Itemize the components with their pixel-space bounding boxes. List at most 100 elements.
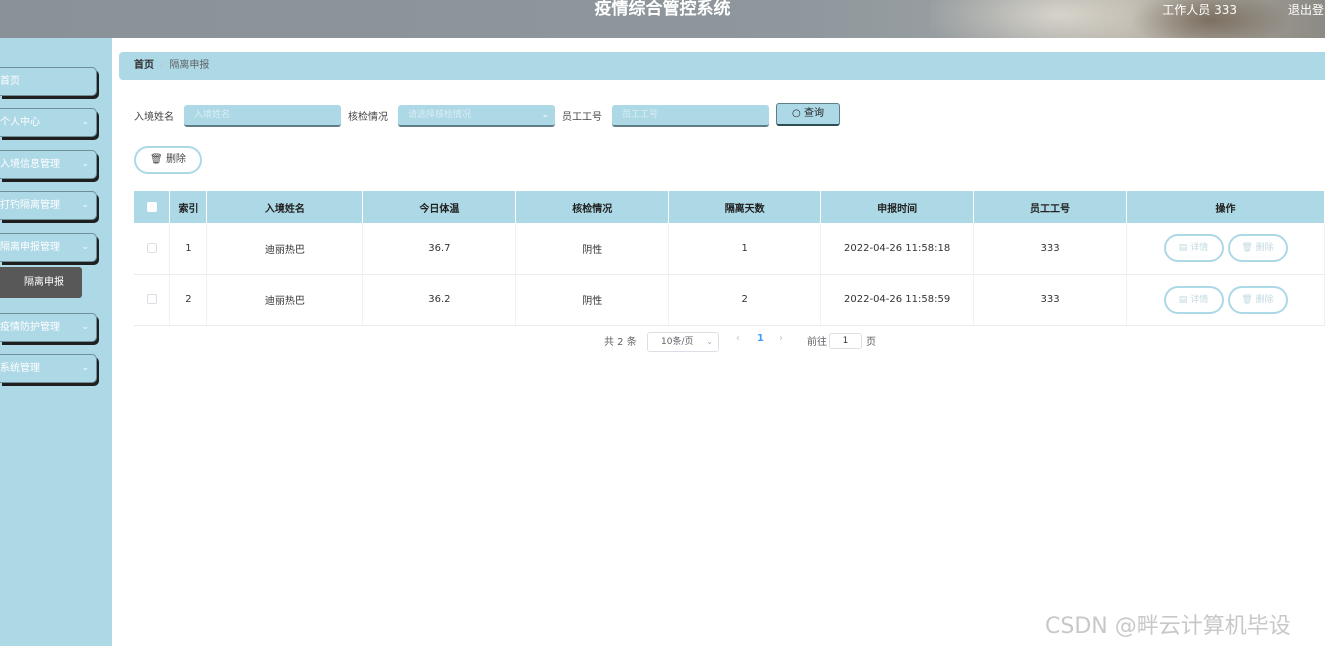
temperature-cell: 36.7 bbox=[362, 223, 517, 275]
sidebar-item-epidemic-protection[interactable]: 疫情防护管理 ⌄ bbox=[0, 313, 97, 342]
current-user: 工作人员 333 bbox=[1162, 3, 1237, 17]
check-status-cell: 阴性 bbox=[515, 223, 670, 275]
chevron-down-icon: ⌄ bbox=[81, 242, 89, 252]
document-icon: ▤ bbox=[1178, 243, 1188, 254]
name-cell: 迪丽热巴 bbox=[206, 274, 364, 326]
column-header: 今日体温 bbox=[362, 191, 517, 223]
check-status-select[interactable]: 请选择核检情况 ⌄ bbox=[398, 105, 555, 127]
query-button-label: 查询 bbox=[803, 108, 824, 119]
next-page-icon[interactable]: › bbox=[779, 333, 783, 344]
staff-id-input[interactable]: 员工工号 bbox=[612, 105, 769, 127]
sidebar-item-entry-info[interactable]: 入境信息管理 ⌄ bbox=[0, 150, 97, 179]
trash-icon: 🗑 bbox=[150, 154, 163, 165]
sidebar-item-label: 系统管理 bbox=[0, 363, 40, 374]
bulk-delete-label: 删除 bbox=[165, 154, 186, 165]
row-delete-button[interactable]: 🗑 删除 bbox=[1227, 234, 1288, 263]
report-time-cell: 2022-04-26 11:58:18 bbox=[820, 223, 975, 275]
row-select-cell[interactable] bbox=[134, 223, 171, 275]
chevron-down-icon: ⌄ bbox=[541, 110, 549, 120]
chevron-down-icon: ⌄ bbox=[706, 337, 713, 346]
index-cell: 1 bbox=[169, 223, 208, 275]
name-search-input[interactable]: 入境姓名 bbox=[184, 105, 341, 127]
report-table: 索引 入境姓名 今日体温 核检情况 隔离天数 申报时间 员工工号 操作 1 迪丽… bbox=[134, 191, 1325, 326]
staff-id-cell: 333 bbox=[973, 274, 1128, 326]
goto-label: 前往 bbox=[807, 337, 827, 348]
trash-icon: 🗑 bbox=[1241, 294, 1253, 305]
actions-cell: ▤ 详情 🗑 删除 bbox=[1126, 223, 1325, 275]
column-header: 申报时间 bbox=[820, 191, 975, 223]
detail-button[interactable]: ▤ 详情 bbox=[1163, 234, 1224, 263]
index-cell: 2 bbox=[169, 274, 208, 326]
table-header-row: 索引 入境姓名 今日体温 核检情况 隔离天数 申报时间 员工工号 操作 bbox=[134, 191, 1325, 223]
goto-page-input[interactable]: 1 bbox=[829, 333, 862, 349]
temperature-cell: 36.2 bbox=[362, 274, 517, 326]
name-cell: 迪丽热巴 bbox=[206, 223, 364, 275]
isolation-days-cell: 2 bbox=[668, 274, 822, 326]
top-header: 疫情综合管控系统 工作人员 333 退出登录 bbox=[0, 0, 1325, 38]
trash-icon: 🗑 bbox=[1241, 243, 1253, 254]
staff-id-placeholder: 员工工号 bbox=[622, 110, 659, 120]
breadcrumb: 首页 / 隔离申报 bbox=[119, 52, 1325, 80]
page-suffix: 页 bbox=[866, 337, 876, 348]
chevron-down-icon: ⌄ bbox=[81, 117, 89, 127]
sidebar-item-system-management[interactable]: 系统管理 ⌄ bbox=[0, 354, 97, 383]
staff-id-label: 员工工号 bbox=[562, 112, 602, 123]
sidebar-item-label: 首页 bbox=[0, 76, 20, 87]
check-status-label: 核检情况 bbox=[348, 112, 388, 123]
page-number-current[interactable]: 1 bbox=[757, 333, 764, 344]
select-all-header[interactable] bbox=[134, 191, 171, 223]
row-delete-button[interactable]: 🗑 删除 bbox=[1227, 285, 1288, 314]
sidebar-item-label: 个人中心 bbox=[0, 117, 40, 128]
sidebar-item-isolation-management[interactable]: 打钓隔离管理 ⌄ bbox=[0, 191, 97, 220]
column-header: 索引 bbox=[169, 191, 208, 223]
report-time-cell: 2022-04-26 11:58:59 bbox=[820, 274, 975, 326]
sidebar-item-label: 隔离申报管理 bbox=[0, 242, 60, 253]
column-header: 核检情况 bbox=[515, 191, 670, 223]
check-status-placeholder: 请选择核检情况 bbox=[408, 110, 472, 120]
document-icon: ▤ bbox=[1178, 294, 1188, 305]
sidebar-item-isolation-report-management[interactable]: 隔离申报管理 ⌄ bbox=[0, 233, 97, 262]
row-checkbox[interactable] bbox=[146, 294, 157, 304]
watermark: CSDN @畔云计算机毕设 bbox=[1045, 614, 1291, 639]
chevron-down-icon: ⌄ bbox=[81, 159, 89, 169]
logout-link[interactable]: 退出登录 bbox=[1288, 1, 1325, 18]
row-delete-label: 删除 bbox=[1255, 243, 1274, 254]
staff-id-cell: 333 bbox=[973, 223, 1128, 275]
detail-label: 详情 bbox=[1190, 294, 1209, 305]
detail-button[interactable]: ▤ 详情 bbox=[1163, 285, 1224, 314]
actions-cell: ▤ 详情 🗑 删除 bbox=[1126, 274, 1325, 326]
sidebar-item-label: 入境信息管理 bbox=[0, 159, 60, 170]
breadcrumb-home[interactable]: 首页 bbox=[134, 60, 154, 71]
name-search-label: 入境姓名 bbox=[134, 112, 174, 123]
chevron-down-icon: ⌄ bbox=[81, 200, 89, 210]
table-row: 2 迪丽热巴 36.2 阴性 2 2022-04-26 11:58:59 333… bbox=[134, 274, 1325, 326]
system-title: 疫情综合管控系统 bbox=[594, 0, 731, 19]
column-header: 入境姓名 bbox=[206, 191, 364, 223]
name-search-placeholder: 入境姓名 bbox=[194, 110, 231, 120]
sidebar-item-label: 疫情防护管理 bbox=[0, 322, 60, 333]
breadcrumb-current: 隔离申报 bbox=[169, 60, 210, 71]
column-header: 员工工号 bbox=[973, 191, 1128, 223]
chevron-down-icon: ⌄ bbox=[81, 363, 89, 373]
sidebar-item-home[interactable]: 首页 bbox=[0, 67, 97, 96]
search-icon: ○ bbox=[792, 108, 801, 119]
bulk-delete-button[interactable]: 🗑 删除 bbox=[134, 146, 202, 174]
page-size-value: 10条/页 bbox=[661, 337, 694, 347]
sidebar: 首页 个人中心 ⌄ 入境信息管理 ⌄ 打钓隔离管理 ⌄ 隔离申报管理 ⌄ 隔离申… bbox=[0, 38, 112, 646]
breadcrumb-separator: / bbox=[160, 60, 164, 71]
sidebar-item-label: 打钓隔离管理 bbox=[0, 200, 60, 211]
chevron-down-icon: ⌄ bbox=[81, 322, 89, 332]
column-header: 操作 bbox=[1126, 191, 1325, 223]
prev-page-icon[interactable]: ‹ bbox=[736, 333, 740, 344]
sidebar-item-personal-center[interactable]: 个人中心 ⌄ bbox=[0, 108, 97, 137]
check-status-cell: 阴性 bbox=[515, 274, 670, 326]
sidebar-subitem-isolation-report[interactable]: 隔离申报 bbox=[0, 267, 82, 298]
column-header: 隔离天数 bbox=[668, 191, 822, 223]
row-select-cell[interactable] bbox=[134, 274, 171, 326]
detail-label: 详情 bbox=[1190, 243, 1209, 254]
table-row: 1 迪丽热巴 36.7 阴性 1 2022-04-26 11:58:18 333… bbox=[134, 223, 1325, 275]
page-size-select[interactable]: 10条/页 ⌄ bbox=[647, 332, 719, 352]
select-all-checkbox[interactable] bbox=[146, 201, 157, 212]
row-checkbox[interactable] bbox=[146, 242, 157, 253]
query-button[interactable]: ○ 查询 bbox=[776, 103, 840, 126]
